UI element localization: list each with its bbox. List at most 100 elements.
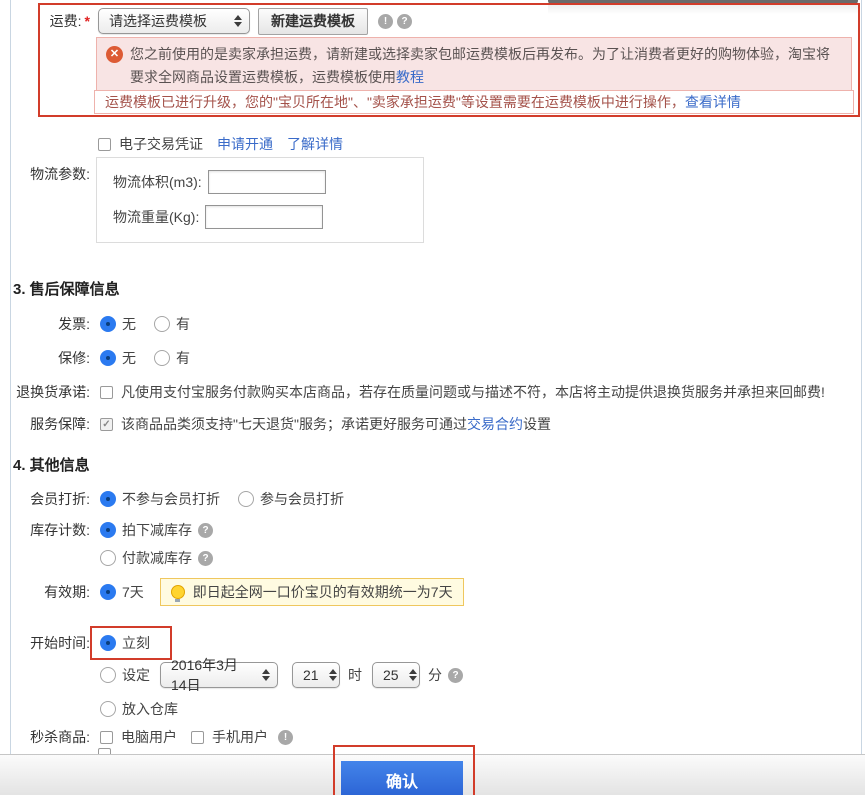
- cutoff-shadow: [548, 4, 858, 14]
- warranty-no-label: 无: [122, 348, 136, 368]
- select-stepper-icon: [262, 669, 270, 681]
- service-text: 该商品品类须支持"七天退货"服务；承诺更好服务可通过交易合约设置: [121, 414, 551, 434]
- start-time-row1: 开始时间: 立刻: [0, 630, 150, 656]
- minute-select-value: 25: [383, 667, 399, 683]
- validity-tip-text: 即日起全网一口价宝贝的有效期统一为7天: [193, 582, 453, 602]
- invoice-yes-radio[interactable]: [154, 316, 170, 332]
- validity-label: 有效期:: [0, 582, 90, 602]
- returns-text: 凡使用支付宝服务付款购买本店商品，若存在质量问题或与描述不符，本店将主动提供退换…: [121, 382, 825, 402]
- invoice-no-label: 无: [122, 314, 136, 334]
- weight-input[interactable]: [205, 205, 323, 229]
- section4-title: 4. 其他信息: [13, 454, 90, 475]
- seckill-mobile-checkbox[interactable]: [191, 731, 204, 744]
- start-time-row2: 设定 2016年3月14日 21 时 25 分 ?: [0, 662, 463, 688]
- confirm-button[interactable]: 确认: [341, 761, 463, 795]
- freight-template-select-value: 请选择运费模板: [109, 11, 207, 31]
- tutorial-link[interactable]: 教程: [396, 69, 424, 85]
- select-stepper-icon: [409, 669, 417, 681]
- discount-yes-label: 参与会员打折: [260, 489, 344, 509]
- warranty-yes-radio[interactable]: [154, 350, 170, 366]
- seckill-row: 秒杀商品: 电脑用户 手机用户 !: [0, 724, 293, 750]
- hour-select-value: 21: [303, 667, 319, 683]
- stock-count-row2: 付款减库存 ?: [0, 545, 213, 571]
- returns-label: 退换货承诺:: [0, 382, 90, 402]
- warranty-yes-label: 有: [176, 348, 190, 368]
- warranty-row: 保修: 无 有: [0, 345, 190, 371]
- logistics-weight-row: 物流重量(Kg):: [113, 205, 423, 229]
- help-icon[interactable]: ?: [397, 14, 412, 29]
- info-icon[interactable]: !: [378, 14, 393, 29]
- hour-unit-label: 时: [348, 665, 362, 685]
- trade-contract-link[interactable]: 交易合约: [467, 416, 523, 432]
- validity-row: 有效期: 7天 即日起全网一口价宝贝的有效期统一为7天: [0, 578, 464, 606]
- invoice-yes-label: 有: [176, 314, 190, 334]
- freight-upgrade-notice: 运费模板已进行升级，您的"宝贝所在地"、"卖家承担运费"等设置需要在运费模板中进…: [94, 90, 854, 114]
- validity-tip: 即日起全网一口价宝贝的有效期统一为7天: [160, 578, 464, 606]
- help-icon[interactable]: ?: [198, 523, 213, 538]
- hour-select[interactable]: 21: [292, 662, 340, 688]
- stock-on-payment-label: 付款减库存: [122, 548, 192, 568]
- validity-7days-radio[interactable]: [100, 584, 116, 600]
- minute-select[interactable]: 25: [372, 662, 420, 688]
- learn-more-link[interactable]: 了解详情: [287, 134, 343, 154]
- publish-item-form: 运费:* 请选择运费模板 新建运费模板 ! ? ✕ 您之前使用的是卖家承担运费，…: [0, 0, 865, 795]
- start-time-row3: 放入仓库: [0, 696, 178, 722]
- freight-label: 运费:*: [0, 11, 90, 31]
- start-scheduled-label: 设定: [122, 665, 150, 685]
- seckill-pc-checkbox[interactable]: [100, 731, 113, 744]
- section3-title: 3. 售后保障信息: [13, 278, 120, 299]
- freight-error-alert: ✕ 您之前使用的是卖家承担运费，请新建或选择卖家包邮运费模板后再发布。为了让消费…: [96, 37, 852, 95]
- start-warehouse-radio[interactable]: [100, 701, 116, 717]
- stock-on-payment-radio[interactable]: [100, 550, 116, 566]
- start-now-label: 立刻: [122, 633, 150, 653]
- start-now-radio[interactable]: [100, 635, 116, 651]
- discount-no-radio[interactable]: [100, 491, 116, 507]
- apply-open-link[interactable]: 申请开通: [217, 134, 273, 154]
- view-details-link[interactable]: 查看详情: [685, 94, 741, 110]
- service-checkbox[interactable]: ✓: [100, 418, 113, 431]
- new-freight-template-button[interactable]: 新建运费模板: [258, 8, 368, 35]
- volume-input[interactable]: [208, 170, 326, 194]
- logistics-volume-row: 物流体积(m3):: [113, 170, 423, 194]
- service-row: 服务保障: ✓ 该商品品类须支持"七天退货"服务；承诺更好服务可通过交易合约设置: [0, 411, 551, 437]
- evoucher-checkbox[interactable]: [98, 138, 111, 151]
- discount-yes-radio[interactable]: [238, 491, 254, 507]
- start-warehouse-label: 放入仓库: [122, 699, 178, 719]
- discount-no-label: 不参与会员打折: [122, 489, 220, 509]
- start-time-label: 开始时间:: [0, 633, 90, 653]
- help-icon[interactable]: ?: [448, 668, 463, 683]
- warranty-label: 保修:: [0, 348, 90, 368]
- freight-row: 运费:* 请选择运费模板 新建运费模板 ! ?: [0, 8, 412, 34]
- date-select[interactable]: 2016年3月14日: [160, 662, 278, 688]
- volume-label: 物流体积(m3):: [113, 172, 202, 192]
- freight-template-select[interactable]: 请选择运费模板: [98, 8, 250, 34]
- returns-row: 退换货承诺: 凡使用支付宝服务付款购买本店商品，若存在质量问题或与描述不符，本店…: [0, 379, 825, 405]
- stock-on-order-radio[interactable]: [100, 522, 116, 538]
- seckill-mobile-label: 手机用户: [212, 727, 268, 747]
- invoice-no-radio[interactable]: [100, 316, 116, 332]
- stock-count-row1: 库存计数: 拍下减库存 ?: [0, 517, 213, 543]
- help-icon[interactable]: ?: [198, 551, 213, 566]
- select-stepper-icon: [234, 15, 242, 27]
- freight-error-text: 您之前使用的是卖家承担运费，请新建或选择卖家包邮运费模板后再发布。为了让消费者更…: [130, 43, 842, 89]
- start-scheduled-radio[interactable]: [100, 667, 116, 683]
- invoice-label: 发票:: [0, 314, 90, 334]
- logistics-label: 物流参数:: [0, 164, 90, 184]
- stock-label: 库存计数:: [0, 520, 90, 540]
- error-icon: ✕: [106, 46, 123, 63]
- minute-unit-label: 分: [428, 665, 442, 685]
- bulb-icon: [171, 585, 185, 599]
- evoucher-row: 电子交易凭证 申请开通 了解详情: [98, 131, 343, 157]
- logistics-box: 物流体积(m3): 物流重量(Kg):: [96, 157, 424, 243]
- seckill-label: 秒杀商品:: [0, 727, 90, 747]
- select-stepper-icon: [329, 669, 337, 681]
- service-label: 服务保障:: [0, 414, 90, 434]
- required-asterisk: *: [85, 13, 90, 29]
- stock-on-order-label: 拍下减库存: [122, 520, 192, 540]
- returns-checkbox[interactable]: [100, 386, 113, 399]
- warranty-no-radio[interactable]: [100, 350, 116, 366]
- date-select-value: 2016年3月14日: [171, 655, 252, 695]
- seckill-pc-label: 电脑用户: [121, 727, 177, 747]
- info-icon[interactable]: !: [278, 730, 293, 745]
- weight-label: 物流重量(Kg):: [113, 207, 199, 227]
